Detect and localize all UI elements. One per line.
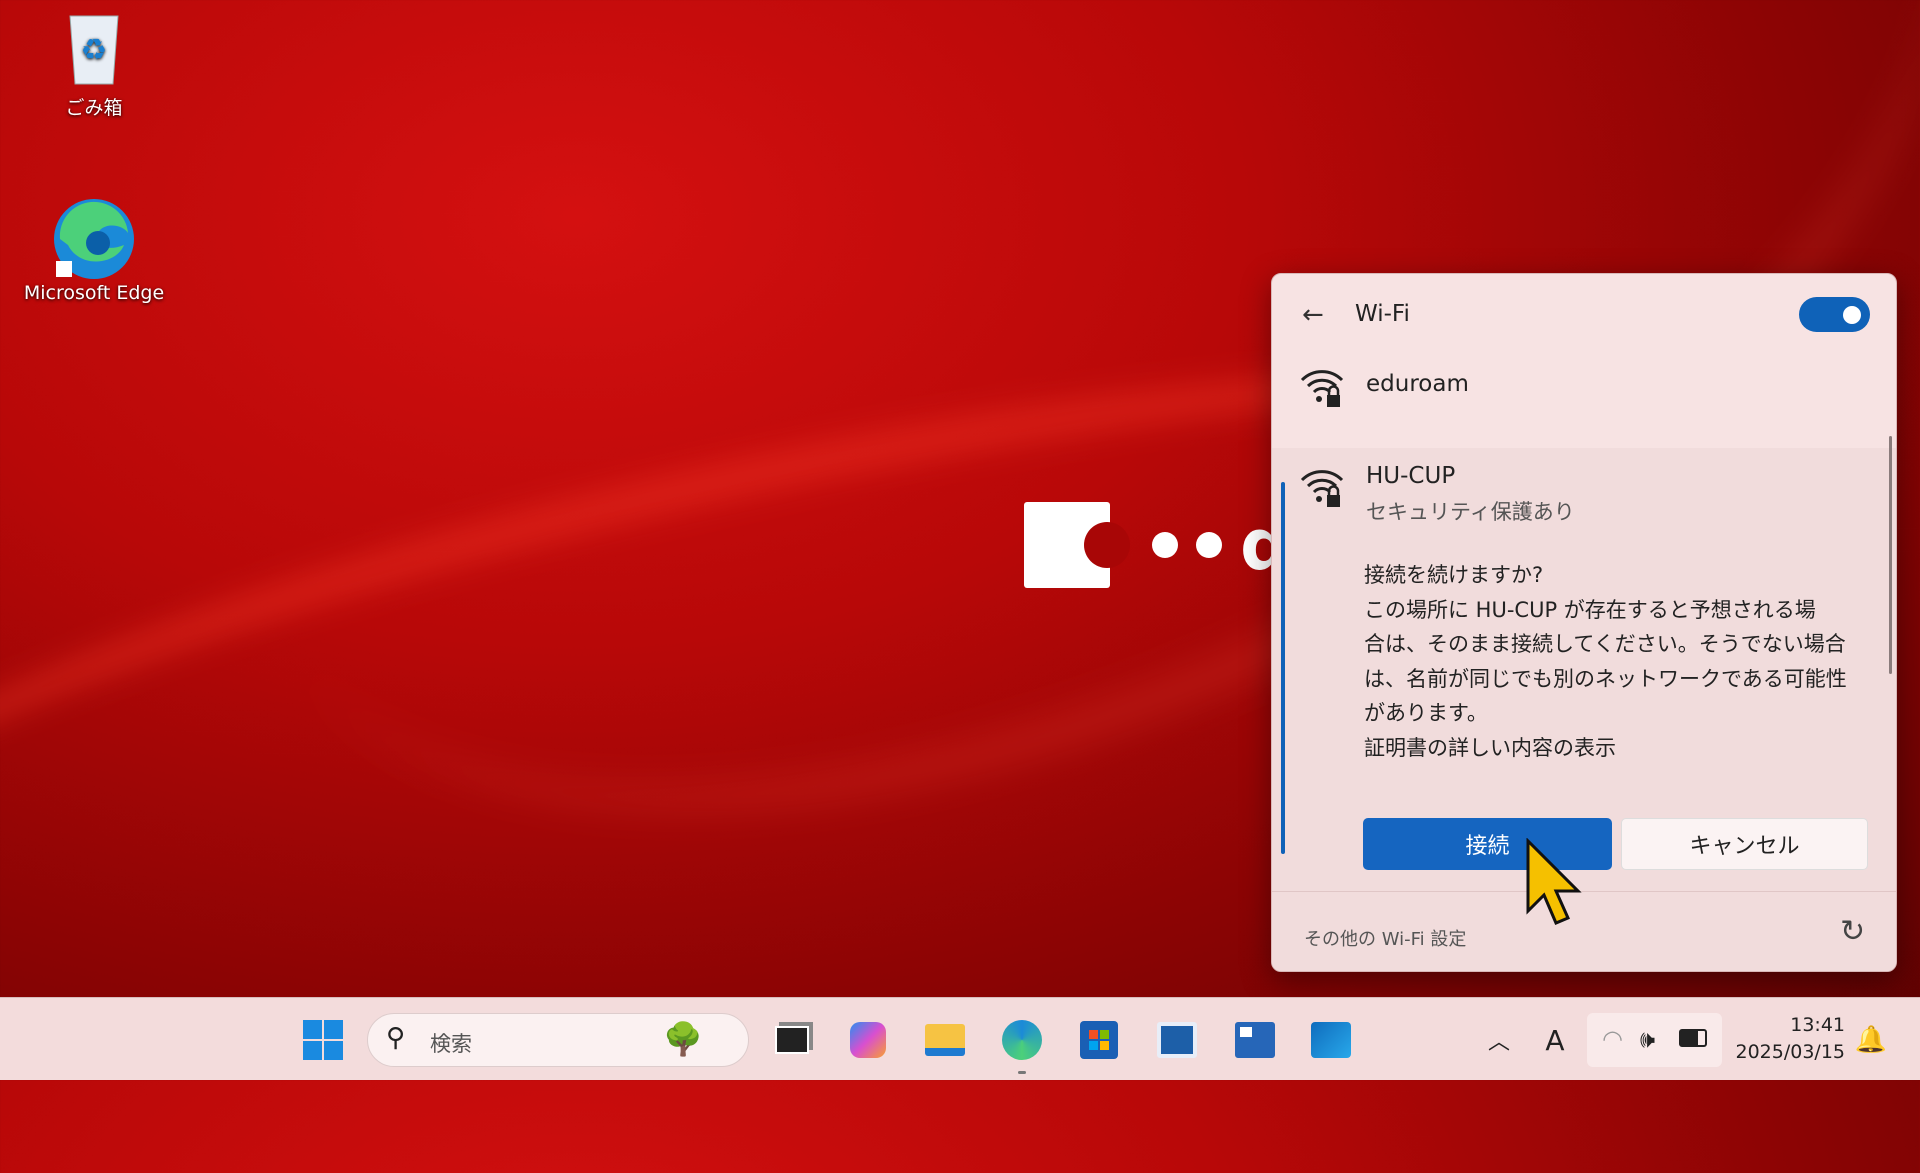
edge-icon — [1002, 1020, 1042, 1060]
date: 2025/03/15 — [1735, 1041, 1845, 1063]
ime-icon[interactable]: A — [1533, 1018, 1577, 1062]
search-highlight-icon: 🌳 — [663, 1020, 703, 1058]
prompt-line: この場所に HU-CUP が存在すると予想される場 — [1364, 597, 1816, 622]
back-button[interactable]: ← — [1302, 300, 1324, 330]
app-icon — [1157, 1022, 1197, 1058]
network-name: eduroam — [1366, 371, 1469, 397]
battery-charging-icon — [1679, 1029, 1707, 1047]
notification-bell-snooze-icon[interactable]: 🔔 — [1849, 1018, 1893, 1062]
time: 13:41 — [1790, 1014, 1845, 1036]
cancel-button[interactable]: キャンセル — [1621, 818, 1868, 870]
search-box[interactable]: ⚲ 検索 🌳 — [367, 1013, 749, 1067]
scrollbar[interactable] — [1889, 436, 1892, 674]
volume-icon: 🕪 — [1640, 1025, 1656, 1053]
app-button[interactable] — [1233, 1018, 1277, 1062]
edge-icon — [54, 199, 134, 279]
wifi-toggle[interactable] — [1799, 297, 1870, 332]
refresh-icon[interactable]: ↻ — [1840, 914, 1865, 949]
copilot-icon — [850, 1022, 886, 1058]
network-name: HU-CUP — [1366, 463, 1456, 489]
desktop-icon-recycle-bin[interactable]: ♻ ごみ箱 — [19, 8, 169, 120]
search-icon: ⚲ — [386, 1023, 406, 1053]
prompt-line: 合は、そのまま接続してください。そうでない場合 — [1364, 632, 1846, 656]
prompt-line: 接続を続けますか? — [1364, 563, 1544, 587]
folder-icon — [925, 1024, 965, 1056]
file-explorer-button[interactable] — [923, 1018, 967, 1062]
wifi-lock-icon — [1300, 470, 1344, 507]
clock[interactable]: 13:41 2025/03/15 — [1735, 1012, 1845, 1066]
store-icon — [1080, 1021, 1118, 1059]
connect-prompt: 接続を続けますか? この場所に HU-CUP が存在すると予想される場 合は、そ… — [1364, 558, 1864, 765]
prompt-line: があります。 — [1364, 701, 1488, 725]
app-button[interactable] — [1155, 1018, 1199, 1062]
desktop-icon-label: Microsoft Edge — [23, 282, 165, 304]
desktop-icon-edge[interactable]: Microsoft Edge — [19, 195, 169, 304]
edge-button[interactable] — [1000, 1018, 1044, 1074]
quick-settings-button[interactable]: ◠ 🕪 — [1587, 1013, 1722, 1067]
recycle-bin-icon: ♻ — [69, 15, 119, 85]
outlook-button[interactable] — [1309, 1018, 1353, 1062]
outlook-icon — [1311, 1022, 1351, 1058]
copilot-button[interactable] — [846, 1018, 890, 1062]
task-view-button[interactable] — [770, 1018, 814, 1062]
app-icon — [1235, 1022, 1275, 1058]
more-wifi-settings-link[interactable]: その他の Wi-Fi 設定 — [1304, 925, 1466, 951]
wifi-lock-icon — [1300, 370, 1344, 407]
network-item-eduroam[interactable]: eduroam — [1272, 344, 1896, 424]
taskbar: ⚲ 検索 🌳 ︿ A ◠ 🕪 13:41 2025/03/15 🔔 — [0, 997, 1920, 1080]
start-button[interactable] — [301, 1018, 345, 1062]
prompt-line: は、名前が同じでも別のネットワークである可能性 — [1364, 666, 1847, 691]
selected-indicator — [1281, 482, 1285, 854]
windows-icon — [303, 1020, 343, 1060]
svg-text:♻: ♻ — [81, 33, 108, 68]
show-hidden-icons-button[interactable]: ︿ — [1477, 1018, 1521, 1062]
desktop-icon-label: ごみ箱 — [65, 97, 123, 119]
mouse-cursor — [1526, 838, 1582, 925]
store-button[interactable] — [1077, 1018, 1121, 1062]
certificate-link[interactable]: 証明書の詳しい内容の表示 — [1364, 731, 1864, 766]
wifi-icon: ◠ — [1602, 1025, 1623, 1053]
search-placeholder: 検索 — [430, 1032, 472, 1056]
network-status: セキュリティ保護あり — [1366, 500, 1575, 524]
panel-title: Wi-Fi — [1355, 301, 1410, 327]
